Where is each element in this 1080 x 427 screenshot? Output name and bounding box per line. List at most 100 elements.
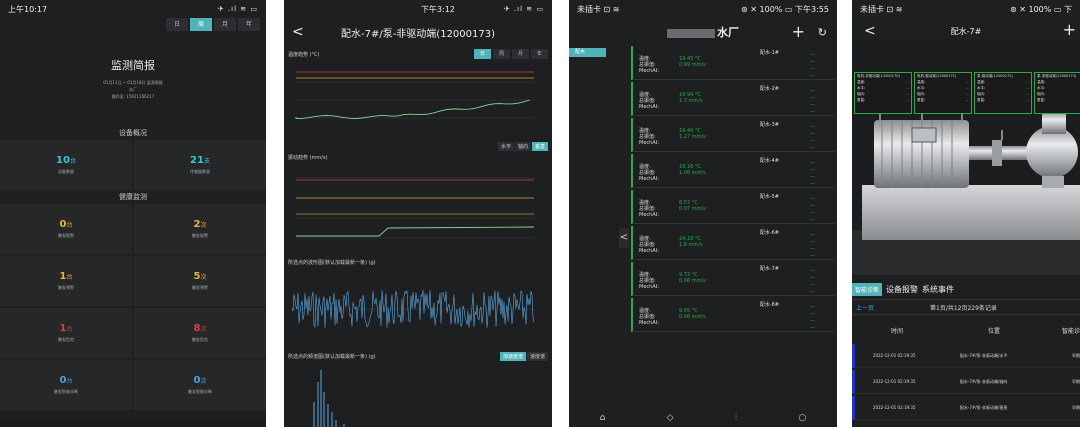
stat-label: 触发危险	[192, 337, 208, 342]
axis-tab[interactable]: 垂直	[531, 142, 548, 151]
device-card[interactable]: 配水-8# 温度: 9.05 °C 总振值: 0.06 mm/s MechAI: — — — —	[631, 298, 835, 332]
stat-value: 1台	[59, 323, 73, 334]
spectrum-chart[interactable]	[284, 364, 552, 427]
sensor-card[interactable]: 电机-驱动端(12000171) 温度: — 水平: — 轴向: — 垂直: —	[914, 72, 972, 114]
profile-icon[interactable]: ○	[798, 413, 806, 427]
refresh-icon[interactable]: ↻	[818, 26, 827, 39]
stat-label: 触发报警	[58, 233, 74, 238]
stat-unit: 次	[200, 222, 207, 229]
reading-label: MechAI:	[639, 176, 659, 182]
event-tab[interactable]: 智能诊断	[852, 282, 883, 296]
table-row[interactable]: 2022-12-01 02:19:35 配水-7#/泵-非驱动端/垂直 早期	[852, 396, 1080, 420]
row-time: 2022-12-01 02:19:35	[873, 405, 916, 410]
range-tab[interactable]: 月	[512, 49, 529, 59]
device-name: 配水-8#	[759, 302, 779, 308]
event-tab[interactable]: 系统事件	[922, 284, 954, 295]
reading-row: MechAI:	[639, 284, 829, 290]
temp-trend-header: 温度趋势 (°C) 日周月年	[284, 46, 552, 62]
range-tab[interactable]: 日	[166, 18, 188, 31]
group-tag-peishui[interactable]: 配水	[569, 48, 606, 57]
stat-value: 10台	[56, 155, 76, 166]
range-tab[interactable]: 日	[474, 49, 491, 59]
range-tab[interactable]: 周	[190, 18, 212, 31]
prev-page-button[interactable]: 上一页	[852, 303, 930, 312]
device-readings: 温度: 9.05 °C 总振值: 0.06 mm/s MechAI:	[639, 308, 829, 326]
temp-trend-chart[interactable]	[284, 62, 552, 142]
phone-weekly-report: 上午10:17 ✈ .ıl ≋ ▭ 日周月年 监测简报 01月11日 ~ 01月…	[0, 0, 266, 427]
page-title: 配水-7#	[950, 26, 982, 36]
pager: 上一页 第1页/共12页229条记录	[852, 299, 1080, 315]
waveform-chart[interactable]	[284, 269, 552, 349]
device-icon[interactable]: ◇	[667, 413, 674, 427]
sensor-row: 垂直:—	[1037, 97, 1080, 103]
range-selector: 日周月年	[472, 49, 548, 59]
device-card[interactable]: 配水-4# 温度: 18.16 °C 总振值: 1.06 mm/s MechAI: — — — —	[631, 154, 835, 188]
status-dashes: — — — —	[810, 160, 815, 187]
page-title: 配水-7#/泵-非驱动端(12000173)	[340, 28, 496, 40]
back-icon[interactable]: <	[292, 24, 332, 40]
table-row[interactable]: 2022-12-01 02:19:35 配水-7#/泵-非驱动端/轴向 早期	[852, 370, 1080, 394]
stat-cell: 0次 触发智能诊断	[134, 360, 266, 410]
temp-series	[295, 99, 531, 119]
report-header: 监测简报 01月11日 ~ 01月18日 监测周报 水厂 操作员: 159211…	[0, 31, 266, 126]
reading-value: 1.06 mm/s	[679, 170, 706, 176]
sensor-row-label: 垂直:	[857, 98, 866, 102]
device-card[interactable]: 配水-5# 温度: 8.57 °C 总振值: 0.07 mm/s MechAI: — — — —	[631, 190, 835, 224]
reading-value: 1.8 mm/s	[679, 242, 703, 248]
add-icon[interactable]: +	[1063, 20, 1076, 39]
reading-value: 0.99 mm/s	[679, 62, 706, 68]
stat-label: 设备数量	[58, 169, 74, 174]
spectrum-header: 所选点的频谱图(默认加载最新一条) (g) 加速度谱 速度谱	[284, 349, 552, 364]
axis-tab[interactable]: 水平	[497, 142, 514, 151]
device-readings: 温度: 19.45 °C 总振值: 0.99 mm/s MechAI:	[639, 56, 829, 74]
stat-cell: 10台设备数量	[0, 140, 132, 190]
spectrum-tab[interactable]: 加速度谱	[499, 352, 526, 361]
device-name: 配水-2#	[759, 86, 779, 92]
device-name: 配水-6#	[759, 230, 779, 236]
device-card[interactable]: 配水-3# 温度: 19.40 °C 总振值: 1.27 mm/s MechAI: — — — —	[631, 118, 835, 152]
stat-cell: 1台 触发预警	[0, 256, 132, 306]
range-tab[interactable]: 周	[493, 49, 510, 59]
stat-label: 触发报警	[192, 233, 208, 238]
overview-grid: 10台 设备数量 21支 传感器数量	[0, 140, 266, 190]
range-tab[interactable]: 年	[531, 49, 548, 59]
sensor-row-label: 垂直:	[1037, 98, 1046, 102]
axis-tab[interactable]: 轴向	[514, 142, 531, 151]
sensor-card[interactable]: 泵-驱动端(12000172) 温度: — 水平: — 轴向: — 垂直: —	[974, 72, 1032, 114]
equipment-scene: 电机-非驱动端(12000170) 温度: — 水平: — 轴向: — 垂直: — 电机-驱动端(…	[852, 40, 1080, 275]
phone-plant-overview: 未插卡 ⊡ ≋ ⊛ ✕ 100% ▭ 下午3:55 水厂 + ↻ 配水 < 配水…	[569, 0, 837, 427]
device-name: 配水-3#	[759, 122, 779, 128]
event-tab[interactable]: 设备报警	[886, 284, 918, 295]
sensor-card[interactable]: 泵-非驱动端(12000173)温度:—水平:—轴向:—垂直:—	[1034, 72, 1080, 114]
stat-unit: 台	[69, 158, 76, 165]
reading-row: MechAI:	[639, 248, 829, 254]
stat-value: 8次	[193, 323, 207, 334]
device-card[interactable]: 配水-6# 温度: 24.18 °C 总振值: 1.8 mm/s MechAI: — — — —	[631, 226, 835, 260]
device-card[interactable]: 配水-1# 温度: 19.45 °C 总振值: 0.99 mm/s MechAI: — — — —	[631, 46, 835, 80]
range-tab[interactable]: 年	[238, 18, 260, 31]
table-row[interactable]: 2022-12-01 02:19:35 配水-7#/泵-非驱动端/水平 早期	[852, 344, 1080, 368]
spectrum-tab[interactable]: 速度谱	[526, 352, 548, 361]
device-card[interactable]: 配水-7# 温度: 9.73 °C 总振值: 0.06 mm/s MechAI: — — — —	[631, 262, 835, 296]
collapse-icon[interactable]: <	[619, 228, 629, 248]
range-tab[interactable]: 月	[214, 18, 236, 31]
row-diagnosis: 早期	[1072, 378, 1080, 384]
device-name: 配水-7#	[759, 266, 779, 272]
stats-icon[interactable]: ⫶	[735, 413, 737, 427]
sensor-row: 垂直:—	[977, 97, 1029, 103]
stat-unit: 支	[203, 158, 210, 165]
sensor-card[interactable]: 电机-非驱动端(12000170) 温度: — 水平: — 轴向: — 垂直: —	[854, 72, 912, 114]
reading-label: MechAI:	[639, 248, 659, 254]
status-right: ⊛ ✕ 100% ▭ 下	[1009, 4, 1072, 14]
vib-trend-chart[interactable]	[284, 164, 552, 256]
bottom-nav: ⌂ ◇ ⫶ ○	[569, 413, 837, 427]
status-dashes: — — — —	[810, 268, 815, 295]
sensor-row-label: 垂直:	[917, 98, 926, 102]
device-readings: 温度: 8.57 °C 总振值: 0.07 mm/s MechAI:	[639, 200, 829, 218]
home-icon[interactable]: ⌂	[600, 413, 606, 427]
device-card[interactable]: 配水-2# 温度: 19.94 °C 总振值: 1.3 mm/s MechAI: — — — —	[631, 82, 835, 116]
add-icon[interactable]: +	[792, 22, 805, 41]
status-icons: ✈ .ıl ≋ ▭	[217, 5, 258, 13]
status-dashes: — — — —	[810, 52, 815, 79]
reading-value: 1.3 mm/s	[679, 98, 703, 104]
